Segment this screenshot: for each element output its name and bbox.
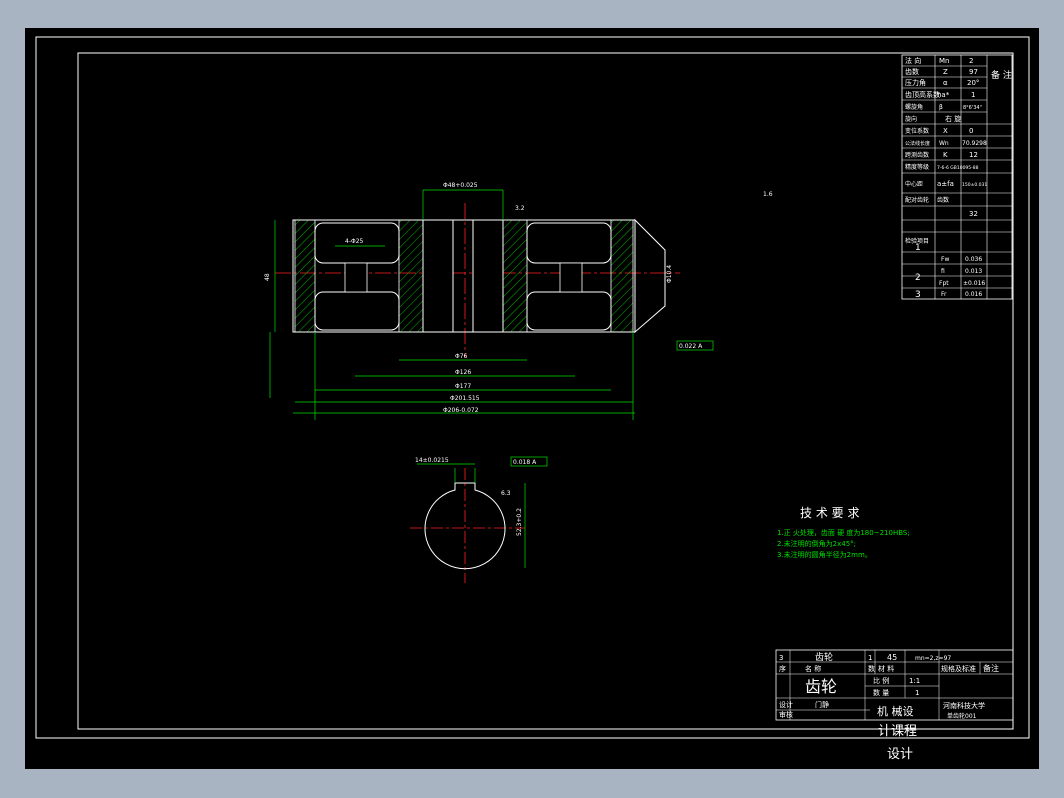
param-row-14-sym: fi xyxy=(941,268,945,275)
param-row-1-sym: Mn xyxy=(939,57,949,65)
dim-side: Φ10.4 xyxy=(666,265,673,283)
tb-course-1: 机 械设 xyxy=(877,704,914,718)
dim-key-depth: 52.3+0.2 xyxy=(516,508,523,536)
tb-dwg-no: 单齿轮001 xyxy=(947,712,977,720)
tb-header-no: 序 xyxy=(779,664,786,673)
param-row-3-name: 压力角 xyxy=(905,78,926,87)
param-row-14-val: 0.013 xyxy=(965,268,982,275)
parameter-table: 法 向 Mn 2 齿数 Z 97 压力角 α 20° 齿顶高系数 ha* 1 螺… xyxy=(901,54,1013,300)
runout-tolerance-2: 0.018 A xyxy=(513,459,537,466)
tb-row1-no: 3 xyxy=(779,654,783,662)
roughness-corner: 1.6 xyxy=(763,191,773,198)
dim-width: 48 xyxy=(264,273,271,281)
gear-section-view xyxy=(269,189,714,420)
param-row-4-sym: ha* xyxy=(937,91,950,99)
param-row-16-sym: Fr xyxy=(941,291,947,298)
param-row-11-sym: a±fa xyxy=(937,180,954,188)
param-row-8-val: 70.9298 xyxy=(962,140,987,147)
param-row-13-sym: Fw xyxy=(941,256,949,263)
param-row-10-val: 7-6-6 GB10095-88 xyxy=(937,165,979,171)
tb-row1-name: 齿轮 xyxy=(815,651,833,663)
param-row-15-val: ±0.016 xyxy=(963,280,985,287)
param-row-12-val: 32 xyxy=(969,210,978,218)
param-row-7-sym: X xyxy=(943,127,948,135)
tb-row1-spec: mn=2,z=97 xyxy=(915,655,951,662)
tb-course-3: 设计 xyxy=(887,747,913,762)
param-row-8-sym: Wn xyxy=(939,140,949,147)
param-row-6-name: 旋向 xyxy=(905,115,917,123)
dim-keyway: 14±0.0215 xyxy=(415,457,449,464)
param-row-9-val: 12 xyxy=(969,151,978,159)
param-row-12-sym: 齿数 xyxy=(937,196,949,204)
tb-header-remark: 备注 xyxy=(983,663,999,673)
param-row-1-name: 法 向 xyxy=(905,56,921,65)
tb-row1-material: 45 xyxy=(887,653,897,662)
tb-qty-value: 1 xyxy=(915,689,919,697)
group-label-3: 3 xyxy=(915,290,921,300)
tb-qty-label: 数 量 xyxy=(873,688,889,697)
dim-d76: Φ76 xyxy=(455,353,468,360)
roughness-6-3: 6.3 xyxy=(501,490,511,497)
param-row-5-sym: β xyxy=(939,104,943,111)
tb-course-2: 计课程 xyxy=(878,724,917,739)
param-row-5-name: 螺旋角 xyxy=(905,103,923,111)
tb-header-qty: 数 xyxy=(868,664,875,673)
cad-viewport[interactable]: Φ48+0.025 Φ76 Φ126 Φ177 Φ201.515 Φ206-0.… xyxy=(25,28,1039,769)
group-label-1: 1 xyxy=(915,243,921,253)
param-row-3-sym: α xyxy=(943,79,948,87)
tb-row1-qty: 1 xyxy=(868,654,872,662)
param-row-3-val: 20° xyxy=(967,79,979,87)
tb-header-spec: 规格及标准 xyxy=(941,664,976,673)
keyway-view: 14±0.0215 0.018 A 6.3 52.3+0.2 xyxy=(410,456,548,583)
param-row-13-val: 0.036 xyxy=(965,256,982,263)
param-row-7-name: 变位系数 xyxy=(905,127,929,135)
param-row-1-val: 2 xyxy=(969,57,973,65)
param-row-10-name: 精度等级 xyxy=(905,163,929,171)
inner-frame xyxy=(77,52,1014,730)
tb-part-name: 齿轮 xyxy=(805,677,837,696)
dim-hub-bore: Φ48+0.025 xyxy=(443,182,478,189)
param-row-8-name: 公法线长度 xyxy=(905,140,930,147)
roughness-3-2: 3.2 xyxy=(515,205,525,212)
param-row-11-val: 150±0.031 xyxy=(962,182,987,188)
tech-line-3: 3.未注明的圆角半径为2mm。 xyxy=(777,550,872,559)
dim-d126: Φ126 xyxy=(455,369,471,376)
tech-requirements: 技 术 要 求 1.正 火处理，齿面 硬 度为180~210HBS; 2.未注明… xyxy=(777,506,910,559)
runout-tolerance: 0.022 A xyxy=(679,343,703,350)
dim-d206: Φ206-0.072 xyxy=(443,407,479,414)
tb-designer-label: 设计 xyxy=(779,700,793,709)
title-block: 3 齿轮 1 45 mn=2,z=97 序 名 称 数 材 料 规格及标准 备注… xyxy=(775,649,1014,721)
param-row-2-val: 97 xyxy=(969,68,978,76)
param-row-11-name: 中心距 xyxy=(905,180,923,188)
tb-header-name: 名 称 xyxy=(805,664,821,673)
tech-line-2: 2.未注明的倒角为2x45°; xyxy=(777,539,856,548)
dim-chamfer-side: 4-Φ25 xyxy=(345,238,364,245)
dim-d177: Φ177 xyxy=(455,383,471,390)
group-label-2: 2 xyxy=(915,273,921,283)
tb-school: 河南科技大学 xyxy=(943,701,985,710)
param-row-9-name: 跨测齿数 xyxy=(905,151,929,159)
outer-frame xyxy=(35,36,1030,739)
tb-designer-name: 门静 xyxy=(815,700,829,709)
tb-scale-label: 比 例 xyxy=(873,676,889,685)
param-row-9-sym: K xyxy=(943,151,948,159)
tb-checker-label: 审核 xyxy=(779,710,793,719)
param-row-2-name: 齿数 xyxy=(905,67,919,76)
param-row-5-val: 8°6'34" xyxy=(963,105,982,111)
param-row-4-val: 1 xyxy=(971,91,975,99)
dim-d201: Φ201.515 xyxy=(450,395,480,402)
param-row-2-sym: Z xyxy=(943,68,948,76)
tech-line-1: 1.正 火处理，齿面 硬 度为180~210HBS; xyxy=(777,528,910,537)
param-row-12-name: 配对齿轮 xyxy=(905,196,929,204)
param-row-7-val: 0 xyxy=(969,127,973,135)
tb-scale-value: 1:1 xyxy=(909,677,920,685)
param-row-16-val: 0.016 xyxy=(965,291,982,298)
param-row-15-sym: Fpt xyxy=(939,280,949,287)
param-remark: 备 注 xyxy=(991,69,1012,81)
param-row-6-val: 右 旋 xyxy=(945,114,961,123)
tech-title: 技 术 要 求 xyxy=(800,506,859,520)
drawing-canvas: Φ48+0.025 Φ76 Φ126 Φ177 Φ201.515 Φ206-0.… xyxy=(35,36,1030,762)
tb-header-material: 材 料 xyxy=(878,664,894,673)
param-row-4-name: 齿顶高系数 xyxy=(905,90,940,99)
